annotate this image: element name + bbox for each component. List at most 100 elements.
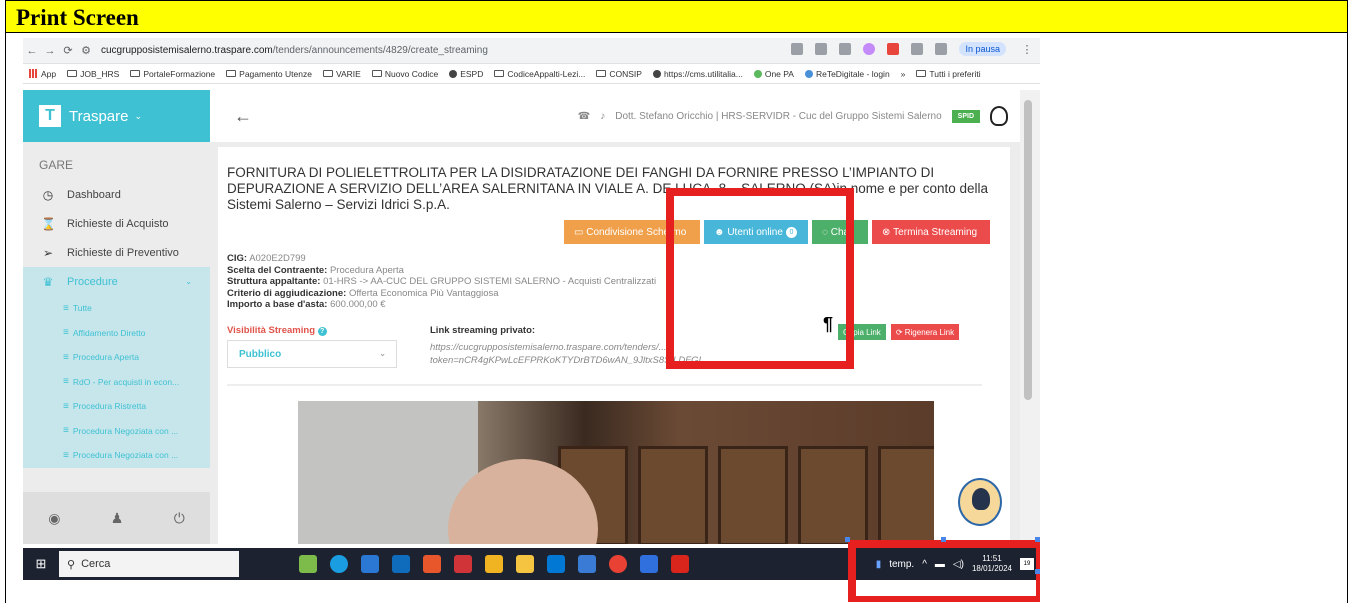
- profile-pause-badge[interactable]: In pausa: [959, 42, 1006, 56]
- power-icon[interactable]: ⏻: [174, 510, 185, 527]
- highlight-box: [848, 540, 1040, 602]
- mail-icon[interactable]: [392, 555, 410, 573]
- contractor-value: Procedura Aperta: [329, 264, 404, 276]
- bookmark-folder[interactable]: CONSIP: [596, 69, 642, 79]
- sidebar-item-procedure[interactable]: ♛ Procedure ⌄: [23, 267, 210, 296]
- address-bar[interactable]: cucgrupposistemisalerno.traspare.com/ten…: [101, 45, 488, 56]
- video-shelf: [638, 446, 708, 544]
- sidebar-subitem-procedura-negoziata-2[interactable]: Procedura Negoziata con ...: [23, 443, 210, 468]
- download-icon[interactable]: [935, 43, 948, 55]
- refresh-icon: ⟳: [895, 327, 905, 337]
- sidebar-subitem-procedura-negoziata-1[interactable]: Procedura Negoziata con ...: [23, 418, 210, 443]
- bookmark-link[interactable]: ESPD: [449, 69, 483, 79]
- hourglass-icon: ⌛: [41, 216, 56, 231]
- brand-header[interactable]: T Traspare ⌄: [23, 90, 210, 142]
- install-icon[interactable]: [791, 43, 804, 55]
- bookmark-label: Nuovo Codice: [384, 68, 439, 79]
- bookmark-label: App: [41, 68, 57, 79]
- folder-icon: [371, 70, 382, 77]
- help-circle-icon[interactable]: ?: [317, 327, 327, 336]
- bookmark-folder[interactable]: CodiceAppalti-Lezi...: [494, 69, 585, 79]
- reload-icon[interactable]: ⟳: [59, 44, 77, 57]
- private-link-url: https://cucgrupposistemisalerno.traspare…: [430, 341, 701, 367]
- bookmark-folder[interactable]: PortaleFormazione: [130, 69, 215, 79]
- video-shelf: [878, 446, 934, 544]
- bookmark-link[interactable]: https://cms.utilitalia...: [652, 69, 743, 79]
- browser-actions: In pausa ⋮: [791, 42, 1036, 56]
- star-icon[interactable]: [839, 43, 852, 55]
- back-arrow-icon[interactable]: ←: [23, 45, 41, 57]
- edge-icon[interactable]: [330, 555, 348, 573]
- link-actions: Copia Link ⟳ Rigenera Link: [838, 324, 960, 340]
- sidebar-subitem-tutte[interactable]: Tutte: [23, 296, 210, 321]
- sidebar: T Traspare ⌄ GARE ◷ Dashboard ⌛ Richiest…: [23, 90, 210, 544]
- user-name: Dott. Stefano Oricchio | HRS-SERVIDR - C…: [615, 110, 942, 122]
- selection-handle: [845, 537, 850, 542]
- page-scrollbar[interactable]: [1020, 90, 1040, 544]
- visibility-select[interactable]: Pubblico ⌄: [227, 340, 397, 368]
- sidebar-subitem-rdo[interactable]: RdO - Per acquisti in econ...: [23, 369, 210, 394]
- sidebar-item-dashboard[interactable]: ◷ Dashboard: [23, 180, 210, 209]
- criterion-value: Offerta Economica Più Vantaggiosa: [348, 287, 499, 299]
- windows-start-icon[interactable]: ⊞: [23, 556, 59, 572]
- taskbar-search[interactable]: ⚲ Cerca: [59, 551, 239, 577]
- puzzle-icon[interactable]: [911, 43, 924, 55]
- app-red-icon[interactable]: [454, 555, 472, 573]
- menu-kebab-icon[interactable]: ⋮: [1018, 43, 1036, 56]
- spid-badge: SPID: [951, 109, 980, 123]
- office-icon[interactable]: [423, 555, 441, 573]
- app-blue-icon[interactable]: [547, 555, 565, 573]
- apps-grid-icon: [29, 69, 38, 78]
- bookmark-apps[interactable]: App: [29, 69, 56, 79]
- avatar[interactable]: [990, 106, 1008, 126]
- sidebar-subitem-procedura-ristretta[interactable]: Procedura Ristretta: [23, 394, 210, 419]
- bookmark-folder[interactable]: Nuovo Codice: [371, 68, 439, 79]
- bookmark-folder[interactable]: JOB_HRS: [67, 69, 119, 79]
- sidebar-footer: ◉ ♟ ⏻: [23, 492, 210, 544]
- button-label: Rigenera Link: [904, 327, 955, 337]
- end-streaming-button[interactable]: ⊗ Termina Streaming: [872, 220, 990, 244]
- sidebar-subitem-procedura-aperta[interactable]: Procedura Aperta: [23, 345, 210, 370]
- bookmark-all[interactable]: Tutti i preferiti: [916, 68, 981, 79]
- regenerate-link-button[interactable]: ⟳ Rigenera Link: [890, 324, 960, 340]
- scrollbar-thumb[interactable]: [1024, 100, 1032, 400]
- back-arrow-icon[interactable]: ←: [234, 106, 252, 127]
- bookmark-link[interactable]: ReTeDigitale - login: [804, 69, 890, 79]
- assistant-avatar[interactable]: [958, 478, 1002, 526]
- store-icon[interactable]: [361, 555, 379, 573]
- brand-name: Traspare: [69, 107, 129, 125]
- forward-arrow-icon[interactable]: →: [41, 45, 59, 57]
- extension-red-icon[interactable]: [887, 43, 900, 55]
- bookmark-folder[interactable]: VARIE: [322, 69, 361, 79]
- bookmark-folder[interactable]: Pagamento Utenze: [226, 69, 312, 79]
- file-explorer-icon[interactable]: [516, 555, 534, 573]
- header-user-area: ☎ ♪ Dott. Stefano Oricchio | HRS-SERVIDR…: [578, 106, 1008, 126]
- page-title: FORNITURA DI POLIELETTROLITA PER LA DISI…: [227, 165, 989, 212]
- traspare-logo-icon: T: [39, 105, 61, 127]
- site-info-icon[interactable]: ⚙: [77, 44, 95, 57]
- folder-icon: [322, 70, 333, 77]
- acrobat-icon[interactable]: [671, 555, 689, 573]
- phone-icon[interactable]: ☎: [578, 111, 590, 122]
- bookmark-overflow[interactable]: »: [901, 69, 906, 79]
- sidebar-item-richieste-acquisto[interactable]: ⌛ Richieste di Acquisto: [23, 209, 210, 238]
- zoom-icon[interactable]: [815, 43, 828, 55]
- app-yellow-icon[interactable]: [485, 555, 503, 573]
- bookmark-link[interactable]: One PA: [753, 69, 794, 79]
- app-window-icon[interactable]: [640, 555, 658, 573]
- bell-icon[interactable]: ♪: [600, 111, 605, 122]
- sidebar-item-richieste-preventivo[interactable]: ➢ Richieste di Preventivo: [23, 238, 210, 267]
- sidebar-subitem-affidamento-diretto[interactable]: Affidamento Diretto: [23, 320, 210, 345]
- criterion-label: Criterio di aggiudicazione:: [227, 287, 347, 299]
- sidebar-item-label: Procedure: [67, 275, 118, 288]
- app-grid-icon[interactable]: [578, 555, 596, 573]
- bookmark-label: Tutti i preferiti: [929, 68, 981, 79]
- help-icon[interactable]: ◉: [48, 510, 60, 527]
- chrome-icon[interactable]: [609, 555, 627, 573]
- url-path: /tenders/announcements/4829/create_strea…: [272, 45, 488, 56]
- extension-icon[interactable]: [863, 43, 876, 55]
- user-icon[interactable]: ♟: [111, 510, 124, 527]
- app-header: ← ☎ ♪ Dott. Stefano Oricchio | HRS-SERVI…: [210, 90, 1020, 142]
- widget-icon[interactable]: [299, 555, 317, 573]
- private-link-label: Link streaming privato:: [430, 325, 536, 336]
